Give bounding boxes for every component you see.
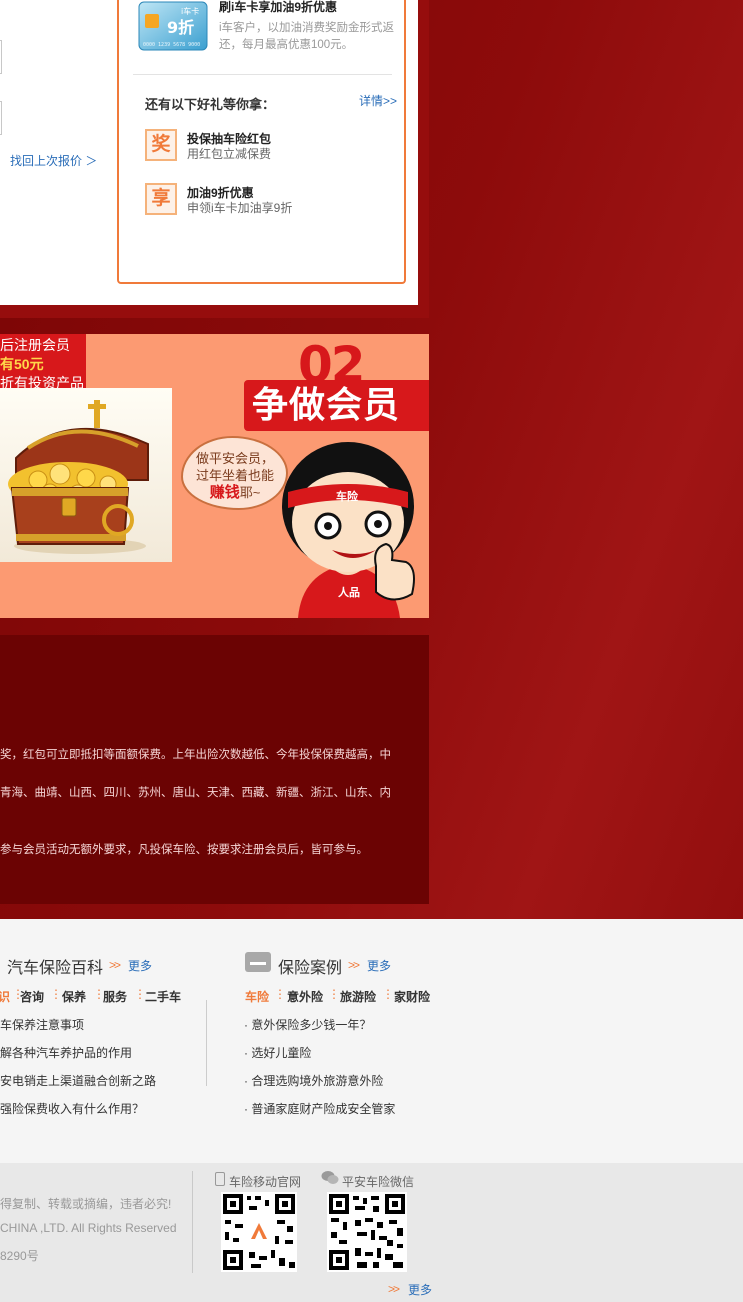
links-section (0, 919, 743, 1163)
enjoy-icon: 享 (145, 183, 177, 215)
tag-line: 后注册会员 (0, 337, 70, 353)
copyright-line: CHINA ,LTD. All Rights Reserved (0, 1221, 177, 1235)
cat-tab-cut[interactable]: 识 (0, 988, 10, 1005)
panel-frame (0, 305, 429, 318)
case-article-link[interactable]: · 普通家庭财产险成安全管家 (244, 1100, 395, 1117)
mobile-site-label: 车险移动官网 (229, 1175, 302, 1189)
card-number: 0000 1239 5678 9000 (143, 42, 200, 48)
footer-more-link[interactable]: 更多 (408, 1281, 432, 1298)
column-divider (206, 1000, 207, 1086)
card-offer-desc: i车客户，以加油消费奖励金形式返还，每月最高优惠100元。 (219, 22, 395, 51)
car-card-image: i车卡 9折 0000 1239 5678 9000 (138, 1, 208, 51)
encyclopedia-title: 汽车保险百科 (7, 960, 104, 977)
headband-text: 车险 (336, 489, 359, 503)
rule-line: 参与会员活动无额外要求，凡投保车险、按要求注册会员后，皆可参与。 (0, 844, 368, 856)
license-line: 8290号 (0, 1249, 39, 1263)
card-offer-title: 刷i车卡享加油9折优惠 (219, 0, 338, 14)
encyclopedia-more-link[interactable]: 更多 (128, 957, 152, 974)
cases-title: 保险案例 (278, 960, 343, 977)
treasure-chest-image (0, 388, 172, 562)
last-quote-link[interactable]: 找回上次报价 ＞ (10, 152, 97, 169)
case-tab-home[interactable]: 家财险 (394, 988, 430, 1005)
gift-subtitle: 申领i车卡加油享9折 (187, 201, 293, 215)
rule-line: 青海、曲靖、山西、四川、苏州、唐山、天津、西藏、新疆、浙江、山东、内 (0, 787, 391, 799)
wechat-label: 平安车险微信 (342, 1175, 415, 1189)
wechat-qr-code[interactable] (327, 1192, 407, 1272)
encyclopedia-article-link[interactable]: 车保养注意事项 (0, 1016, 84, 1033)
shirt-text: 人品 (338, 585, 360, 599)
divider (133, 74, 392, 75)
case-tab-auto[interactable]: 车险 (245, 988, 269, 1005)
bubble-tail: 耶~ (239, 485, 261, 500)
cat-tab-service[interactable]: 服务 (103, 988, 127, 1005)
copyright-line: 得复制、转载或摘编，违者必究! (0, 1197, 172, 1211)
gift-subtitle: 用红包立减保费 (187, 147, 272, 161)
encyclopedia-article-link[interactable]: 安电销走上渠道融合创新之路 (0, 1072, 156, 1089)
cat-separator: ⋮ (274, 987, 286, 1001)
briefcase-icon (245, 952, 271, 972)
case-article-link[interactable]: · 合理选购境外旅游意外险 (244, 1072, 383, 1089)
case-article-link[interactable]: · 选好儿童险 (244, 1044, 311, 1061)
cat-separator: ⋮ (328, 987, 340, 1001)
bubble-line: 过年坐着也能 (195, 468, 274, 483)
banner-title: 争做会员 (252, 385, 401, 426)
cases-more-link[interactable]: 更多 (367, 957, 391, 974)
cat-tab-maintenance[interactable]: 保养 (62, 988, 86, 1005)
wechat-icon (321, 1170, 339, 1185)
prize-icon: 奖 (145, 129, 177, 161)
more-arrow-icon: >> (348, 958, 360, 972)
rules-panel: 奖，红包可立即抵扣等面额保费。上年出险次数越低、今年投保保费越高，中 青海、曲靖… (0, 635, 429, 904)
card-brand: i车卡 (181, 6, 199, 16)
bubble-emphasis: 赚钱 (209, 484, 240, 501)
bubble-line: 做平安会员， (195, 451, 274, 466)
case-tab-travel[interactable]: 旅游险 (340, 988, 376, 1005)
gift-details-link[interactable]: 详情>> (359, 92, 397, 109)
quote-input-edge[interactable] (0, 40, 2, 74)
mobile-site-qr-code[interactable] (221, 1192, 297, 1272)
encyclopedia-article-link[interactable]: 解各种汽车养护品的作用 (0, 1044, 132, 1061)
card-discount: 9折 (167, 18, 194, 37)
cat-tab-used-car[interactable]: 二手车 (145, 988, 181, 1005)
quote-input-edge[interactable] (0, 101, 2, 135)
more-arrow-icon: >> (109, 958, 121, 972)
speech-bubble-text: 做平安会员， 过年坐着也能 赚钱耶~ (186, 450, 284, 501)
cat-separator: ⋮ (50, 987, 62, 1001)
panel-frame (418, 0, 429, 318)
rule-line: 奖，红包可立即抵扣等面额保费。上年出险次数越低、今年投保保费越高，中 (0, 749, 391, 761)
member-banner[interactable]: 后注册会员 有50元 折有投资产品 02 争做会员 做平安会员， 过年坐着也能 … (0, 334, 429, 618)
mobile-phone-icon (215, 1172, 225, 1186)
cat-tab-consult[interactable]: 咨询 (20, 988, 44, 1005)
more-arrow-icon: >> (388, 1282, 400, 1296)
footer-divider (192, 1171, 193, 1273)
mascot-figure: 人品 车险 (282, 442, 415, 618)
encyclopedia-article-link[interactable]: 强险保费收入有什么作用？ (0, 1100, 144, 1117)
tag-amount: 有50元 (0, 356, 44, 372)
gift-box: i车卡 9折 0000 1239 5678 9000 刷i车卡享加油9折优惠 i… (117, 0, 406, 284)
more-gifts-heading: 还有以下好礼等你拿： (145, 97, 276, 112)
quote-panel: 找回上次报价 ＞ i车卡 9折 0000 1239 5678 9000 刷i车卡… (0, 0, 418, 305)
case-article-link[interactable]: · 意外保险多少钱一年？ (244, 1016, 371, 1033)
case-tab-accident[interactable]: 意外险 (287, 988, 323, 1005)
cat-separator: ⋮ (382, 987, 394, 1001)
